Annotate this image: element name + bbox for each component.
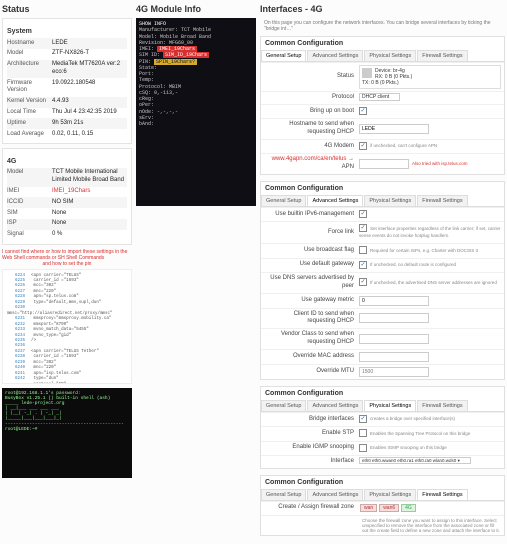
apn-input[interactable] bbox=[359, 159, 409, 169]
system-row: HostnameLEDE bbox=[7, 38, 127, 49]
clientid-input[interactable] bbox=[359, 313, 429, 323]
ssh-banner: root@192.168.1.1's password:BusyBox v1.2… bbox=[2, 388, 132, 478]
tab-advanced4[interactable]: Advanced Settings bbox=[307, 489, 363, 500]
bridge-checkbox[interactable]: ✓ bbox=[359, 415, 367, 423]
tab-general[interactable]: General Setup bbox=[261, 50, 306, 61]
tab-advanced[interactable]: Advanced Settings bbox=[307, 50, 363, 61]
system-row: Firmware Version19.0922.180548 bbox=[7, 78, 127, 97]
tab-physical4[interactable]: Physical Settings bbox=[364, 489, 416, 500]
4g-panel: 4G ModelTCT Mobile International Limited… bbox=[2, 148, 132, 245]
4g-row: ModelTCT Mobile International Limited Mo… bbox=[7, 168, 127, 187]
ipv6-checkbox[interactable]: ✓ bbox=[359, 210, 367, 218]
vendorclass-input[interactable] bbox=[359, 334, 429, 344]
dns-checkbox[interactable]: ✓ bbox=[359, 278, 367, 286]
apn-arrow: www.4gapn.com/ca/en/telus bbox=[272, 156, 347, 162]
system-row: Local TimeThu Jul 4 23:42:35 2019 bbox=[7, 108, 127, 119]
igmp-checkbox[interactable] bbox=[359, 444, 367, 452]
system-row: Kernel Version4.4.93 bbox=[7, 97, 127, 108]
4g-row: IMEIIMEI_19Chars bbox=[7, 187, 127, 198]
force-checkbox[interactable]: ✓ bbox=[359, 224, 367, 232]
tab-firewall[interactable]: Firewall Settings bbox=[417, 50, 467, 61]
system-row: Load Average0.02, 0.11, 0.15 bbox=[7, 129, 127, 140]
stp-checkbox[interactable] bbox=[359, 429, 367, 437]
cfg-physical: Common Configuration General Setup Advan… bbox=[260, 386, 505, 469]
system-panel: System HostnameLEDEModelZTF-NX826-TArchi… bbox=[2, 18, 132, 144]
module-info-terminal: SHOW INFOManufacturer: TCT MobileModel: … bbox=[136, 18, 256, 206]
interfaces-desc: On this page you can configure the netwo… bbox=[260, 18, 505, 36]
4g-title: 4G bbox=[7, 158, 127, 165]
cfg-firewall: Common Configuration General Setup Advan… bbox=[260, 475, 505, 536]
4g-row: Signal0 % bbox=[7, 230, 127, 241]
module-heading: 4G Module Info bbox=[136, 4, 256, 14]
mtu-input[interactable] bbox=[359, 367, 429, 377]
tab-physical3[interactable]: Physical Settings bbox=[364, 400, 416, 411]
mac-input[interactable] bbox=[359, 352, 429, 362]
tab-general2[interactable]: General Setup bbox=[261, 195, 306, 206]
hostname-input[interactable] bbox=[359, 124, 429, 134]
4g-row: ICCIDNO SIM bbox=[7, 197, 127, 208]
interface-select[interactable]: eth0 eth0.wwan0 eth0.ra1 eth0.ra0 wlan0.… bbox=[359, 457, 471, 464]
tab-advanced3[interactable]: Advanced Settings bbox=[307, 400, 363, 411]
tab-firewall4[interactable]: Firewall Settings bbox=[417, 489, 467, 500]
apn-xml-snippet: 6224<apn carrier="TELUS"6225 carrier_id … bbox=[2, 269, 132, 384]
status-heading: Status bbox=[2, 4, 132, 14]
protocol-select[interactable]: DHCP client bbox=[359, 93, 400, 101]
bringup-checkbox[interactable]: ✓ bbox=[359, 107, 367, 115]
tab-general4[interactable]: General Setup bbox=[261, 489, 306, 500]
gwmetric-input[interactable] bbox=[359, 296, 429, 306]
cfg-general: Common Configuration General Setup Advan… bbox=[260, 36, 505, 175]
eth-icon bbox=[362, 68, 372, 78]
status-box: Device: br-4gRX: 0 B (0 Pkts.)TX: 0 B (0… bbox=[359, 65, 501, 89]
system-row: Uptime9h 53m 21s bbox=[7, 118, 127, 129]
4g-row: ISPNone bbox=[7, 219, 127, 230]
tab-physical2[interactable]: Physical Settings bbox=[364, 195, 416, 206]
system-row: ModelZTF-NX826-T bbox=[7, 49, 127, 60]
cfg-advanced: Common Configuration General Setup Advan… bbox=[260, 181, 505, 380]
tab-firewall3[interactable]: Firewall Settings bbox=[417, 400, 467, 411]
modem-checkbox[interactable]: ✓ bbox=[359, 142, 367, 150]
tab-physical[interactable]: Physical Settings bbox=[364, 50, 416, 61]
tab-firewall2[interactable]: Firewall Settings bbox=[417, 195, 467, 206]
tab-advanced2[interactable]: Advanced Settings bbox=[307, 195, 363, 206]
user-note: I cannot find where or how to import the… bbox=[2, 249, 132, 267]
bcast-checkbox[interactable] bbox=[359, 246, 367, 254]
system-row: ArchitectureMediaTek MT7620A ver:2 eco:6 bbox=[7, 60, 127, 79]
system-title: System bbox=[7, 28, 127, 35]
4g-row: SIMNone bbox=[7, 208, 127, 219]
defgw-checkbox[interactable]: ✓ bbox=[359, 261, 367, 269]
fw-zone-select[interactable]: wanwan64G bbox=[359, 504, 501, 513]
tab-general3[interactable]: General Setup bbox=[261, 400, 306, 411]
interfaces-heading: Interfaces - 4G bbox=[260, 4, 505, 14]
